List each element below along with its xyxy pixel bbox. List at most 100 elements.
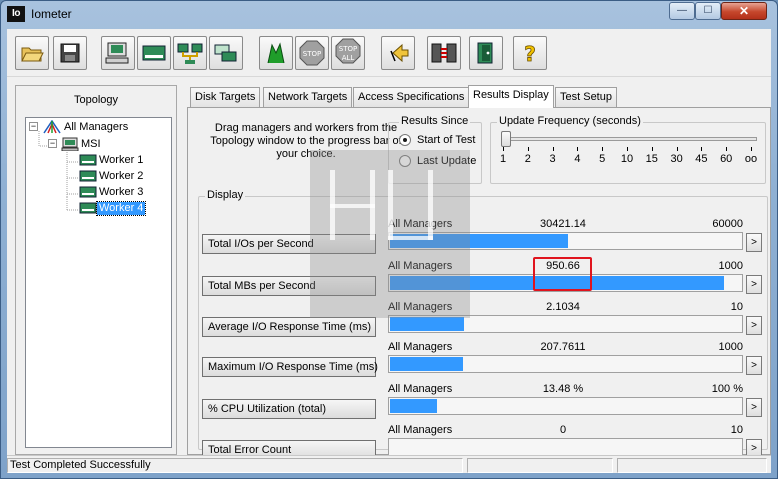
frequency-tick [676, 147, 678, 151]
frequency-tick-label: 45 [695, 153, 708, 165]
metric-scale-max: 10 [730, 301, 743, 313]
metric-scale-max: 1000 [718, 341, 743, 353]
frequency-tick [503, 147, 504, 151]
frequency-tick [552, 147, 554, 151]
close-button[interactable]: ✕ [721, 2, 767, 20]
metric-button-total-i-os-per-second[interactable]: Total I/Os per Second [202, 234, 376, 254]
frequency-tick [627, 147, 628, 151]
metric-select-button[interactable]: > [746, 275, 762, 294]
tree-node-worker-4[interactable]: Worker 4 [79, 200, 147, 216]
frequency-tick-label: 30 [670, 153, 683, 165]
metric-bar-track[interactable] [388, 397, 743, 415]
metric-select-button[interactable]: > [746, 316, 762, 335]
metric-button-average-i-o-response-time-ms[interactable]: Average I/O Response Time (ms) [202, 317, 376, 337]
tree-node-worker-3[interactable]: Worker 3 [79, 185, 145, 199]
frequency-tick [527, 147, 529, 151]
about-button[interactable]: ? [513, 36, 547, 70]
tree-node-msi[interactable]: MSI [61, 137, 103, 151]
metric-bar-track[interactable] [388, 355, 743, 373]
disconnect-managers-icon [431, 43, 457, 63]
metric-button-cpu-utilization-total[interactable]: % CPU Utilization (total) [202, 399, 376, 419]
radio-circle-start [399, 134, 411, 146]
results-since-title: Results Since [399, 115, 471, 127]
start-tests-icon [267, 42, 285, 64]
tab-disk-targets[interactable]: Disk Targets [190, 87, 261, 107]
tree-label-worker-3: Worker 3 [99, 185, 144, 198]
new-disk-worker-button[interactable] [137, 36, 171, 70]
tab-results-display[interactable]: Results Display [468, 85, 554, 108]
frequency-tick-label: 2 [524, 153, 531, 165]
frequency-tick-label: 1 [499, 153, 507, 165]
duplicate-worker-button[interactable] [209, 36, 243, 70]
metric-bar-track[interactable] [388, 232, 743, 250]
tree-expander-msi[interactable]: − [48, 139, 57, 148]
highlight-box [533, 257, 592, 291]
disk-worker-icon [79, 202, 97, 214]
frequency-tick [701, 147, 703, 151]
duplicate-worker-icon [214, 44, 237, 62]
frequency-tick [651, 147, 653, 151]
about-help-icon: ? [524, 42, 536, 65]
radio-last-update[interactable]: Last Update [399, 155, 476, 167]
metric-bar-fill [390, 317, 464, 331]
exit-button[interactable] [469, 36, 503, 70]
metric-bar-track[interactable] [388, 438, 743, 456]
metric-source: All Managers [388, 424, 453, 436]
metric-scale-max: 60000 [712, 218, 743, 230]
update-frequency-slider-thumb[interactable] [501, 131, 511, 147]
disk-worker-icon [79, 154, 97, 166]
frequency-tick [577, 147, 579, 151]
metric-select-button[interactable]: > [746, 233, 762, 252]
metric-value: 0 [559, 424, 567, 436]
metric-select-button[interactable]: > [746, 356, 762, 375]
metric-button-total-mbs-per-second[interactable]: Total MBs per Second [202, 276, 376, 296]
frequency-tick-label: 15 [645, 153, 658, 165]
tree-node-worker-2[interactable]: Worker 2 [79, 169, 145, 183]
frequency-tick [726, 147, 728, 151]
radio-circle-last-update [399, 155, 411, 167]
tree-node-all-managers[interactable]: All Managers [42, 120, 130, 134]
metric-bar-track[interactable] [388, 315, 743, 333]
open-config-button[interactable] [15, 36, 49, 70]
reset-workers-button[interactable] [381, 36, 415, 70]
frequency-tick-label: 5 [599, 153, 606, 165]
maximize-button[interactable]: ☐ [695, 2, 721, 20]
frequency-tick-label: oo [744, 153, 758, 165]
tab-network-targets[interactable]: Network Targets [263, 87, 353, 107]
new-network-worker-button[interactable] [173, 36, 207, 70]
iometer-window: Io Iometer — ☐ ✕ STOP STOP ALL ? Topolog… [0, 0, 778, 479]
topology-tree[interactable]: − All Managers − MSI Worker 1 Worker 2 W… [25, 117, 172, 448]
start-tests-button[interactable] [259, 36, 293, 70]
frequency-tick-label: 10 [620, 153, 634, 165]
display-title: Display [205, 189, 246, 201]
radio-label-start: Start of Test [417, 134, 476, 146]
update-frequency-group: Update Frequency (seconds) 1 2 3 4 5 10 15 30 45… [490, 115, 766, 184]
tree-node-worker-1[interactable]: Worker 1 [79, 153, 145, 167]
radio-start-of-test[interactable]: Start of Test [399, 134, 476, 146]
metric-bar-fill [390, 399, 437, 413]
metric-select-button[interactable]: > [746, 398, 762, 417]
disk-worker-icon [79, 170, 97, 182]
tab-test-setup[interactable]: Test Setup [555, 87, 617, 107]
title-bar[interactable]: Io Iometer — ☐ ✕ [1, 1, 777, 27]
metric-scale-max: 1000 [718, 260, 743, 272]
stop-button[interactable]: STOP [295, 36, 329, 70]
tab-access-specifications[interactable]: Access Specifications [353, 87, 470, 107]
metric-button-maximum-i-o-response-time-ms[interactable]: Maximum I/O Response Time (ms) [202, 357, 378, 377]
update-frequency-slider-track[interactable] [503, 137, 757, 141]
save-config-button[interactable] [53, 36, 87, 70]
topology-title: Topology [73, 94, 119, 106]
status-message: Test Completed Successfully [7, 458, 463, 473]
tree-label-worker-4: Worker 4 [95, 200, 147, 216]
disconnect-managers-button[interactable] [427, 36, 461, 70]
results-since-group: Results Since Start of Test Last Update [388, 115, 482, 184]
new-manager-button[interactable] [101, 36, 135, 70]
metric-value: 207.7611 [540, 341, 586, 353]
new-network-worker-icon [177, 43, 203, 64]
window-title: Iometer [31, 7, 72, 21]
tree-expander-all-managers[interactable]: − [29, 122, 38, 131]
minimize-button[interactable]: — [669, 2, 695, 20]
metric-bar-fill [390, 234, 568, 248]
status-pane-3 [617, 458, 767, 473]
stop-all-button[interactable]: STOP ALL [331, 36, 365, 70]
